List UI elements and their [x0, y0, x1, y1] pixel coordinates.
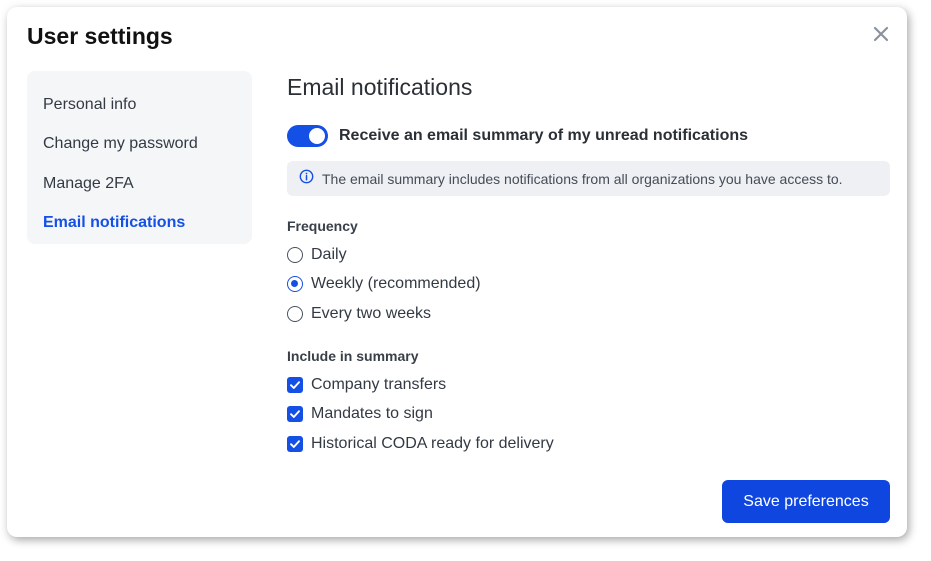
info-text: The email summary includes notifications…: [322, 170, 843, 187]
checkbox[interactable]: [287, 406, 303, 422]
save-preferences-button[interactable]: Save preferences: [722, 480, 890, 523]
check-icon: [290, 381, 300, 389]
sidebar-item-email-notifications[interactable]: Email notifications: [27, 204, 252, 244]
sidebar-item-manage-2fa[interactable]: Manage 2FA: [27, 164, 252, 204]
sidebar-item-label: Personal info: [43, 95, 137, 113]
frequency-option-weekly[interactable]: Weekly (recommended): [287, 275, 481, 293]
check-icon: [290, 440, 300, 448]
frequency-option-daily[interactable]: Daily: [287, 246, 347, 264]
dialog-title: User settings: [27, 23, 173, 49]
radio-button[interactable]: [287, 276, 303, 292]
option-label: Company transfers: [311, 376, 447, 393]
include-option-company-transfers[interactable]: Company transfers: [287, 376, 446, 394]
check-icon: [290, 410, 300, 418]
include-label: Include in summary: [287, 348, 419, 364]
user-settings-dialog: User settings Personal info Change my pa…: [7, 7, 907, 537]
section-title: Email notifications: [287, 74, 473, 100]
settings-sidebar: Personal info Change my password Manage …: [27, 71, 252, 244]
sidebar-item-label: Manage 2FA: [43, 174, 134, 192]
include-option-historical-coda[interactable]: Historical CODA ready for delivery: [287, 435, 554, 453]
option-label: Historical CODA ready for delivery: [311, 435, 554, 452]
summary-toggle-label: Receive an email summary of my unread no…: [339, 127, 749, 144]
radio-button[interactable]: [287, 306, 303, 322]
sidebar-item-change-password[interactable]: Change my password: [27, 125, 252, 165]
option-label: Every two weeks: [311, 305, 432, 322]
option-label: Mandates to sign: [311, 405, 433, 422]
toggle-knob: [309, 128, 325, 144]
sidebar-item-label: Email notifications: [43, 214, 186, 232]
include-option-mandates[interactable]: Mandates to sign: [287, 405, 433, 423]
radio-button[interactable]: [287, 247, 303, 263]
close-icon[interactable]: [869, 22, 893, 46]
info-icon: [299, 169, 314, 189]
frequency-label: Frequency: [287, 218, 358, 234]
sidebar-item-personal-info[interactable]: Personal info: [27, 85, 252, 125]
summary-toggle-row: Receive an email summary of my unread no…: [287, 125, 748, 147]
checkbox[interactable]: [287, 377, 303, 393]
option-label: Weekly (recommended): [311, 275, 481, 292]
option-label: Daily: [311, 246, 347, 263]
checkbox[interactable]: [287, 436, 303, 452]
sidebar-item-label: Change my password: [43, 135, 198, 153]
frequency-option-two-weeks[interactable]: Every two weeks: [287, 305, 431, 323]
info-banner: The email summary includes notifications…: [287, 161, 890, 196]
summary-toggle[interactable]: [287, 125, 328, 147]
